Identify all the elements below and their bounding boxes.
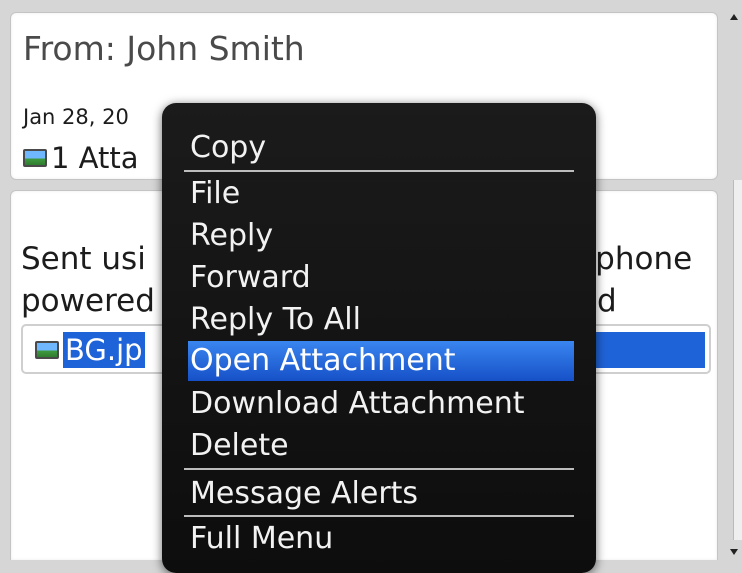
menu-item-file[interactable]: File — [190, 174, 575, 214]
menu-divider — [184, 170, 574, 172]
menu-item-copy[interactable]: Copy — [190, 128, 575, 168]
message-date: Jan 28, 20 — [23, 105, 129, 129]
menu-item-reply[interactable]: Reply — [190, 216, 575, 256]
image-icon — [23, 149, 47, 167]
scroll-up-icon — [730, 14, 738, 20]
body-line-2-left: powered — [21, 283, 155, 319]
attachment-selection-highlight — [583, 332, 705, 368]
menu-divider — [184, 515, 574, 517]
scroll-down-icon — [730, 549, 738, 555]
sender-label: From: John Smith — [23, 29, 305, 68]
body-line-1-right: tphone — [583, 241, 693, 277]
attachment-count-label: 1 Atta — [51, 141, 139, 175]
attachment-row[interactable]: BG.jp — [35, 332, 145, 368]
menu-item-message-alerts[interactable]: Message Alerts — [190, 474, 575, 514]
menu-item-forward[interactable]: Forward — [190, 258, 575, 298]
image-icon — [35, 341, 59, 359]
attachment-name[interactable]: BG.jp — [63, 332, 145, 368]
menu-item-download-attachment[interactable]: Download Attachment — [190, 384, 575, 424]
attachment-count[interactable]: 1 Atta — [23, 141, 139, 175]
menu-item-full-menu[interactable]: Full Menu — [190, 519, 575, 559]
body-line-1-left: Sent usi — [21, 241, 146, 277]
menu-item-open-attachment[interactable]: Open Attachment — [188, 341, 574, 381]
scrollbar-track[interactable] — [733, 180, 742, 540]
menu-item-reply-to-all[interactable]: Reply To All — [190, 300, 575, 340]
menu-item-delete[interactable]: Delete — [190, 426, 575, 466]
body-line-2-right: d — [597, 283, 617, 319]
menu-divider — [184, 468, 574, 470]
